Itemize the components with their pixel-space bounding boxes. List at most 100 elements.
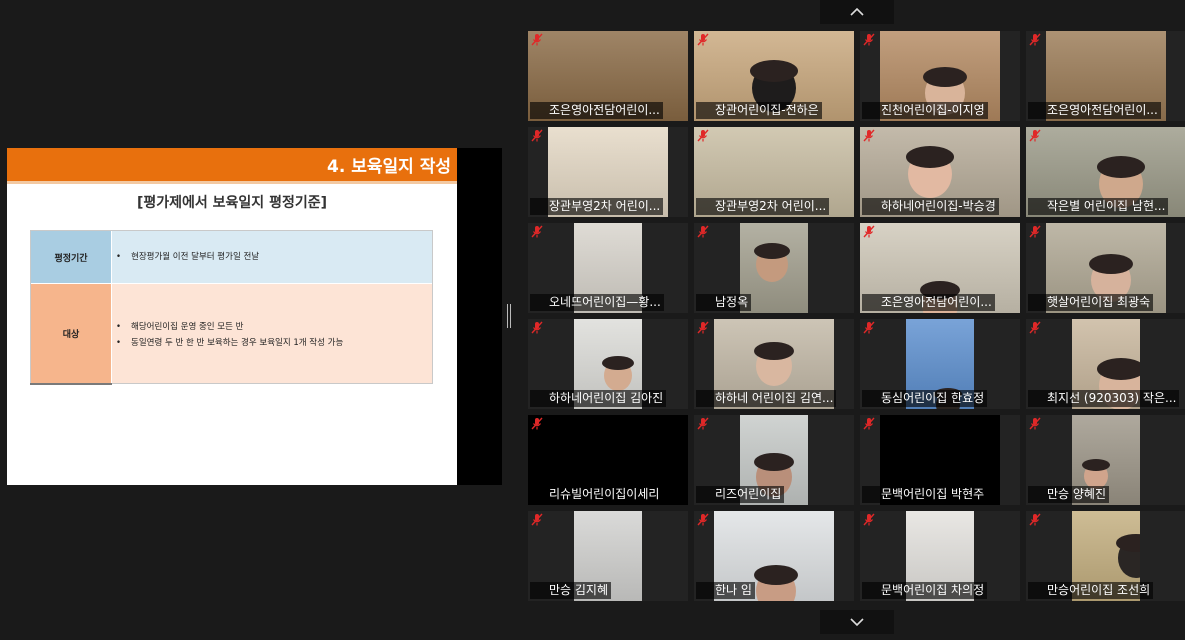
mic-muted-icon xyxy=(531,129,543,142)
participant-name-label: 조은영아전담어린이... xyxy=(530,102,663,119)
participant-tile[interactable]: 하하네어린이집-박승경 xyxy=(860,127,1020,217)
participant-tile[interactable]: 문백어린이집 차의정 xyxy=(860,511,1020,601)
participant-tile[interactable]: 오네뜨어린이집—황... xyxy=(528,223,688,313)
mic-muted-icon xyxy=(863,129,875,142)
criteria-table: 평정기간 현장평가월 이전 달부터 평가일 전날 대상 해당어린이집 운영 중인… xyxy=(30,230,433,384)
participant-name-label: 만승 양혜진 xyxy=(1028,486,1110,503)
mic-muted-icon xyxy=(697,513,709,526)
participant-tile[interactable]: 한나 임 xyxy=(694,511,854,601)
mic-muted-icon xyxy=(531,417,543,430)
participant-name-label: 한나 임 xyxy=(696,582,755,599)
mic-muted-icon xyxy=(1029,225,1041,238)
mic-muted-icon xyxy=(863,417,875,430)
participant-tile[interactable]: 장관어린이집-전하은 xyxy=(694,31,854,121)
slide-subtitle: [평가제에서 보육일지 평정기준] xyxy=(137,195,327,211)
table-bullet: 현장평가월 이전 달부터 평가일 전날 xyxy=(116,250,259,262)
slide-title: 4. 보육일지 작성 xyxy=(327,157,451,177)
participant-hair xyxy=(750,60,798,82)
participant-hair xyxy=(1089,254,1133,274)
participant-name-label: 만승어린이집 조선희 xyxy=(1028,582,1154,599)
mic-muted-icon xyxy=(1029,417,1041,430)
split-resize-handle[interactable] xyxy=(507,304,511,328)
mic-muted-icon xyxy=(1029,513,1041,526)
participant-tile[interactable]: 리슈빌어린이집이세리 xyxy=(528,415,688,505)
participant-tile[interactable]: 최지선 (920303) 작은... xyxy=(1026,319,1185,409)
participant-tile[interactable]: 남정옥 xyxy=(694,223,854,313)
participant-tile[interactable]: 작은별 어린이집 남현... xyxy=(1026,127,1185,217)
mic-muted-icon xyxy=(1029,129,1041,142)
mic-muted-icon xyxy=(697,321,709,334)
gallery-page-up-button[interactable] xyxy=(820,0,894,24)
participant-name-label: 진천어린이집-이지영 xyxy=(862,102,988,119)
mic-muted-icon xyxy=(863,321,875,334)
presentation-slide: 4. 보육일지 작성 [평가제에서 보육일지 평정기준] 평정기간 현장평가월 … xyxy=(7,148,457,485)
slide-header: 4. 보육일지 작성 xyxy=(7,148,457,181)
participant-name-label: 리슈빌어린이집이세리 xyxy=(530,486,663,503)
participant-name-label: 최지선 (920303) 작은... xyxy=(1028,390,1180,407)
participant-name-label: 하하네어린이집 김아진 xyxy=(530,390,667,407)
mic-muted-icon xyxy=(1029,321,1041,334)
mic-muted-icon xyxy=(531,513,543,526)
slide-header-underline xyxy=(7,181,457,184)
participant-tile[interactable]: 문백어린이집 박현주 xyxy=(860,415,1020,505)
participant-name-label: 햇살어린이집 최광숙 xyxy=(1028,294,1154,311)
gallery-page-down-button[interactable] xyxy=(820,610,894,634)
participant-hair xyxy=(754,453,794,471)
participant-tile[interactable]: 장관부영2차 어린이... xyxy=(528,127,688,217)
table-row-body-period: 현장평가월 이전 달부터 평가일 전날 xyxy=(112,231,432,283)
participant-hair xyxy=(754,342,794,360)
participant-tile[interactable]: 리즈어린이집 xyxy=(694,415,854,505)
participant-name-label: 하하네어린이집-박승경 xyxy=(862,198,999,215)
participant-tile[interactable]: 진천어린이집-이지영 xyxy=(860,31,1020,121)
participant-tile[interactable]: 조은영아전담어린이... xyxy=(528,31,688,121)
participant-name-label: 장관어린이집-전하은 xyxy=(696,102,822,119)
participant-tile[interactable]: 만승 김지혜 xyxy=(528,511,688,601)
participant-hair xyxy=(602,356,634,370)
participant-tile[interactable]: 만승어린이집 조선희 xyxy=(1026,511,1185,601)
mic-muted-icon xyxy=(531,321,543,334)
participant-tile[interactable]: 햇살어린이집 최광숙 xyxy=(1026,223,1185,313)
table-row-body-target: 해당어린이집 운영 중인 모든 반 동일연령 두 반 한 반 보육하는 경우 보… xyxy=(112,284,432,383)
participant-tile[interactable]: 조은영아전담어린이... xyxy=(860,223,1020,313)
participant-name-label: 조은영아전담어린이... xyxy=(1028,102,1161,119)
participant-hair xyxy=(1097,156,1145,178)
chevron-down-icon xyxy=(850,618,864,627)
participant-name-label: 장관부영2차 어린이... xyxy=(696,198,830,215)
participant-name-label: 남정옥 xyxy=(696,294,752,311)
participant-hair xyxy=(923,67,967,87)
mic-muted-icon xyxy=(697,225,709,238)
participant-name-label: 리즈어린이집 xyxy=(696,486,785,503)
participant-name-label: 문백어린이집 차의정 xyxy=(862,582,988,599)
participant-tile[interactable]: 장관부영2차 어린이... xyxy=(694,127,854,217)
participant-name-label: 오네뜨어린이집—황... xyxy=(530,294,664,311)
mic-muted-icon xyxy=(863,513,875,526)
mic-muted-icon xyxy=(1029,33,1041,46)
table-row-label-period: 평정기간 xyxy=(31,231,111,283)
participant-tile[interactable]: 하하네 어린이집 김연... xyxy=(694,319,854,409)
participant-tile[interactable]: 하하네어린이집 김아진 xyxy=(528,319,688,409)
participant-name-label: 작은별 어린이집 남현... xyxy=(1028,198,1169,215)
chevron-up-icon xyxy=(850,7,864,16)
participant-name-label: 하하네 어린이집 김연... xyxy=(696,390,837,407)
table-row-label-target: 대상 xyxy=(31,284,111,383)
participant-hair xyxy=(1097,358,1140,380)
participant-name-label: 조은영아전담어린이... xyxy=(862,294,995,311)
table-bullet: 해당어린이집 운영 중인 모든 반 xyxy=(116,320,243,332)
shared-screen: 4. 보육일지 작성 [평가제에서 보육일지 평정기준] 평정기간 현장평가월 … xyxy=(0,0,515,640)
mic-muted-icon xyxy=(531,33,543,46)
participant-name-label: 만승 김지혜 xyxy=(530,582,612,599)
participant-tile[interactable]: 조은영아전담어린이... xyxy=(1026,31,1185,121)
mic-muted-icon xyxy=(531,225,543,238)
table-bottom-rule xyxy=(30,383,112,385)
participant-hair xyxy=(754,565,798,585)
mic-muted-icon xyxy=(863,33,875,46)
participant-name-label: 문백어린이집 박현주 xyxy=(862,486,988,503)
mic-muted-icon xyxy=(697,417,709,430)
mic-muted-icon xyxy=(863,225,875,238)
participant-tile[interactable]: 동심어린이집 한효정 xyxy=(860,319,1020,409)
participant-name-label: 장관부영2차 어린이... xyxy=(530,198,664,215)
slide-letterbox xyxy=(457,148,502,485)
participant-tile[interactable]: 만승 양혜진 xyxy=(1026,415,1185,505)
participant-name-label: 동심어린이집 한효정 xyxy=(862,390,988,407)
participant-hair xyxy=(754,243,790,259)
